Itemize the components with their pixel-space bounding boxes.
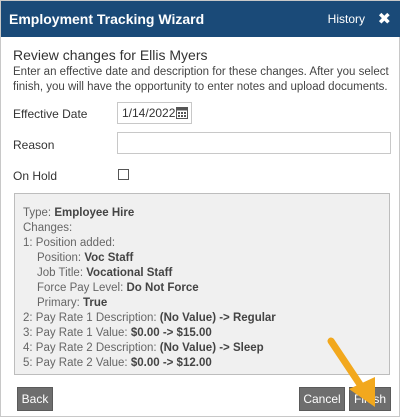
effective-date-label: Effective Date (13, 107, 88, 121)
employment-tracking-wizard-dialog: Employment Tracking Wizard History ✖ Rev… (0, 0, 400, 417)
summary-change-2: 2: Pay Rate 1 Description: (No Value) ->… (23, 311, 276, 326)
review-subtitle: Review changes for Ellis Myers (13, 47, 208, 63)
effective-date-field[interactable]: 1/14/2022 (117, 102, 192, 124)
position-label: Position: (37, 252, 82, 264)
on-hold-label: On Hold (13, 169, 58, 183)
calendar-icon[interactable] (176, 106, 188, 119)
primary-label: Primary: (37, 297, 80, 309)
primary-value: True (83, 297, 108, 309)
force-pay-value: Do Not Force (126, 282, 199, 294)
summary-change-3: 3: Pay Rate 1 Value: $0.00 -> $15.00 (23, 326, 276, 341)
summary-change-1: 1: Position added: (23, 236, 276, 251)
dialog-titlebar: Employment Tracking Wizard History ✖ (1, 1, 400, 37)
change5-value: $0.00 -> $12.00 (130, 357, 212, 369)
change5-label: 5: Pay Rate 2 Value: (23, 357, 128, 369)
position-value: Voc Staff (84, 252, 134, 264)
changes-summary-list: Type: Employee Hire Changes: 1: Position… (23, 206, 276, 371)
summary-change-5: 5: Pay Rate 2 Value: $0.00 -> $12.00 (23, 356, 276, 371)
change2-value: (No Value) -> Regular (159, 312, 276, 324)
summary-type-line: Type: Employee Hire (23, 206, 276, 221)
summary-job-title-line: Job Title: Vocational Staff (23, 266, 276, 281)
reason-label: Reason (13, 138, 55, 152)
force-pay-label: Force Pay Level: (37, 282, 124, 294)
reason-input[interactable] (117, 132, 391, 154)
summary-force-pay-line: Force Pay Level: Do Not Force (23, 281, 276, 296)
type-value: Employee Hire (54, 207, 135, 219)
summary-position-line: Position: Voc Staff (23, 251, 276, 266)
dialog-title: Employment Tracking Wizard (9, 11, 205, 27)
job-title-label: Job Title: (37, 267, 84, 279)
change2-label: 2: Pay Rate 1 Description: (23, 312, 157, 324)
summary-primary-line: Primary: True (23, 296, 276, 311)
change3-value: $0.00 -> $15.00 (130, 327, 212, 339)
type-label: Type: (23, 207, 52, 219)
changes-summary-panel: Type: Employee Hire Changes: 1: Position… (14, 193, 390, 375)
summary-changes-line: Changes: (23, 221, 276, 236)
back-button[interactable]: Back (17, 387, 53, 411)
effective-date-value: 1/14/2022 (122, 106, 176, 120)
change3-label: 3: Pay Rate 1 Value: (23, 327, 128, 339)
job-title-value: Vocational Staff (86, 267, 173, 279)
change4-label: 4: Pay Rate 2 Description: (23, 342, 157, 354)
history-link[interactable]: History (328, 12, 365, 26)
finish-button[interactable]: Finish (349, 387, 391, 411)
close-icon[interactable]: ✖ (378, 9, 391, 29)
changes-label: Changes: (23, 222, 73, 234)
cancel-button[interactable]: Cancel (299, 387, 345, 411)
summary-change-4: 4: Pay Rate 2 Description: (No Value) ->… (23, 341, 276, 356)
change1-label: 1: Position added: (23, 237, 116, 249)
on-hold-checkbox[interactable] (118, 169, 129, 180)
change4-value: (No Value) -> Sleep (159, 342, 264, 354)
intro-text: Enter an effective date and description … (13, 66, 389, 93)
